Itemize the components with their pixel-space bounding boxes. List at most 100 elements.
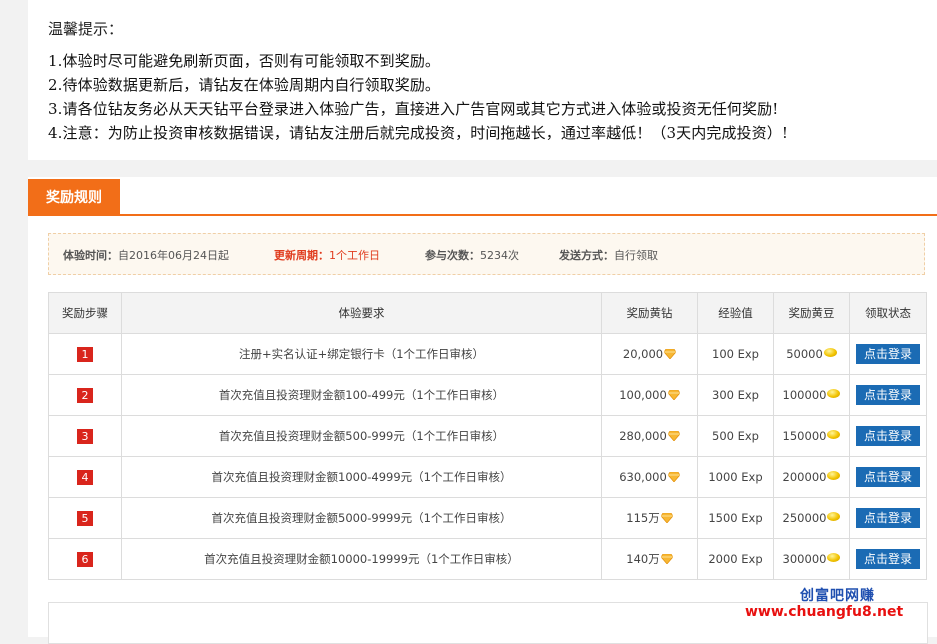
header-status: 领取状态: [849, 292, 927, 334]
diamond-value: 630,000: [619, 470, 667, 484]
diamond-value: 280,000: [619, 429, 667, 443]
tab-reward-rules[interactable]: 奖励规则: [28, 179, 120, 214]
table-row: 3 首次充值且投资理财金额500-999元（1个工作日审核） 280,000 500 …: [48, 415, 927, 457]
beans-cell: 200000: [773, 456, 850, 498]
step-badge: 3: [77, 428, 93, 444]
reward-rules-panel: 奖励规则 体验时间：自2016年06月24日起 更新周期：1个工作日 参与次数：…: [28, 177, 937, 644]
login-button[interactable]: 点击登录: [856, 549, 920, 569]
diamond-cell: 140万: [601, 538, 698, 580]
bean-icon: [827, 430, 841, 439]
requirement-cell: 首次充值且投资理财金额100-499元（1个工作日审核）: [121, 374, 602, 416]
experience-info-bar: 体验时间：自2016年06月24日起 更新周期：1个工作日 参与次数：5234次…: [48, 233, 925, 275]
table-header-row: 奖励步骤 体验要求 奖励黄钻 经验值 奖励黄豆 领取状态: [48, 292, 927, 334]
bean-icon: [827, 553, 841, 562]
beans-value: 250000: [782, 511, 827, 525]
table-row: 4 首次充值且投资理财金额1000-4999元（1个工作日审核） 630,000 10…: [48, 456, 927, 498]
bean-icon: [827, 512, 841, 521]
status-cell: 点击登录: [849, 415, 927, 457]
exp-cell: 1000 Exp: [697, 456, 774, 498]
beans-cell: 150000: [773, 415, 850, 457]
diamond-cell: 100,000: [601, 374, 698, 416]
step-badge: 5: [77, 510, 93, 526]
notice-item-3: 3.请各位钻友务必从天天钻平台登录进入体验广告，直接进入广告官网或其它方式进入体…: [48, 100, 779, 118]
diamond-icon: [660, 513, 673, 523]
exp-cell: 1500 Exp: [697, 497, 774, 539]
notice-item-1: 1.体验时尽可能避免刷新页面，否则有可能领取不到奖励。: [48, 52, 441, 70]
beans-value: 300000: [782, 552, 827, 566]
status-cell: 点击登录: [849, 497, 927, 539]
exp-cell: 300 Exp: [697, 374, 774, 416]
participation-count: 参与次数：5234次: [425, 249, 519, 262]
step-cell: 3: [48, 415, 122, 457]
table-row: 6 首次充值且投资理财金额10000-19999元（1个工作日审核） 140万 200…: [48, 538, 927, 580]
beans-cell: 300000: [773, 538, 850, 580]
header-requirement: 体验要求: [121, 292, 602, 334]
step-badge: 2: [77, 387, 93, 403]
diamond-icon: [667, 472, 680, 482]
status-cell: 点击登录: [849, 374, 927, 416]
login-button[interactable]: 点击登录: [856, 385, 920, 405]
requirement-cell: 首次充值且投资理财金额10000-19999元（1个工作日审核）: [121, 538, 602, 580]
reward-table: 奖励步骤 体验要求 奖励黄钻 经验值 奖励黄豆 领取状态 1 注册+实名认证+绑定…: [48, 292, 927, 580]
diamond-icon: [667, 431, 680, 441]
requirement-cell: 首次充值且投资理财金额1000-4999元（1个工作日审核）: [121, 456, 602, 498]
header-step: 奖励步骤: [48, 292, 122, 334]
notice-item-2: 2.待体验数据更新后，请钻友在体验周期内自行领取奖励。: [48, 76, 441, 94]
watermark-url: www.chuangfu8.net: [745, 604, 904, 620]
step-cell: 4: [48, 456, 122, 498]
diamond-cell: 280,000: [601, 415, 698, 457]
diamond-value: 20,000: [622, 347, 664, 361]
login-button[interactable]: 点击登录: [856, 467, 920, 487]
beans-cell: 250000: [773, 497, 850, 539]
beans-value: 200000: [782, 470, 827, 484]
step-badge: 6: [77, 551, 93, 567]
step-cell: 1: [48, 333, 122, 375]
step-cell: 5: [48, 497, 122, 539]
tab-underline: [28, 214, 937, 216]
login-button[interactable]: 点击登录: [856, 426, 920, 446]
header-diamond: 奖励黄钻: [601, 292, 698, 334]
diamond-value: 140万: [626, 552, 660, 566]
table-row: 1 注册+实名认证+绑定银行卡（1个工作日审核） 20,000 100 Exp 5000…: [48, 333, 927, 375]
table-row: 5 首次充值且投资理财金额5000-9999元（1个工作日审核） 115万 1500 …: [48, 497, 927, 539]
diamond-value: 100,000: [619, 388, 667, 402]
requirement-cell: 首次充值且投资理财金额500-999元（1个工作日审核）: [121, 415, 602, 457]
exp-cell: 100 Exp: [697, 333, 774, 375]
step-cell: 6: [48, 538, 122, 580]
requirement-cell: 注册+实名认证+绑定银行卡（1个工作日审核）: [121, 333, 602, 375]
requirement-cell: 首次充值且投资理财金额5000-9999元（1个工作日审核）: [121, 497, 602, 539]
step-badge: 1: [77, 346, 93, 362]
step-badge: 4: [77, 469, 93, 485]
bean-icon: [827, 389, 841, 398]
diamond-cell: 20,000: [601, 333, 698, 375]
header-beans: 奖励黄豆: [773, 292, 850, 334]
status-cell: 点击登录: [849, 538, 927, 580]
watermark-brand: 创富吧网赚: [800, 588, 875, 604]
exp-cell: 500 Exp: [697, 415, 774, 457]
bean-icon: [823, 348, 837, 357]
login-button[interactable]: 点击登录: [856, 344, 920, 364]
table-row: 2 首次充值且投资理财金额100-499元（1个工作日审核） 100,000 300 …: [48, 374, 927, 416]
beans-value: 150000: [782, 429, 827, 443]
experience-time: 体验时间：自2016年06月24日起: [63, 249, 229, 262]
diamond-cell: 630,000: [601, 456, 698, 498]
update-cycle: 更新周期：1个工作日: [274, 249, 380, 262]
bean-icon: [827, 471, 841, 480]
exp-cell: 2000 Exp: [697, 538, 774, 580]
diamond-cell: 115万: [601, 497, 698, 539]
notice-title: 温馨提示：: [48, 20, 124, 38]
send-method: 发送方式：自行领取: [559, 249, 658, 262]
login-button[interactable]: 点击登录: [856, 508, 920, 528]
diamond-icon: [667, 390, 680, 400]
beans-cell: 100000: [773, 374, 850, 416]
diamond-icon: [664, 349, 677, 359]
header-exp: 经验值: [697, 292, 774, 334]
beans-value: 50000: [786, 347, 823, 361]
diamond-value: 115万: [626, 511, 660, 525]
diamond-icon: [660, 554, 673, 564]
beans-cell: 50000: [773, 333, 850, 375]
beans-value: 100000: [782, 388, 827, 402]
notice-item-4: 4.注意：为防止投资审核数据错误，请钻友注册后就完成投资，时间拖越长，通过率越低…: [48, 124, 788, 142]
step-cell: 2: [48, 374, 122, 416]
notice-box: 温馨提示： 1.体验时尽可能避免刷新页面，否则有可能领取不到奖励。 2.待体验数…: [28, 0, 937, 160]
